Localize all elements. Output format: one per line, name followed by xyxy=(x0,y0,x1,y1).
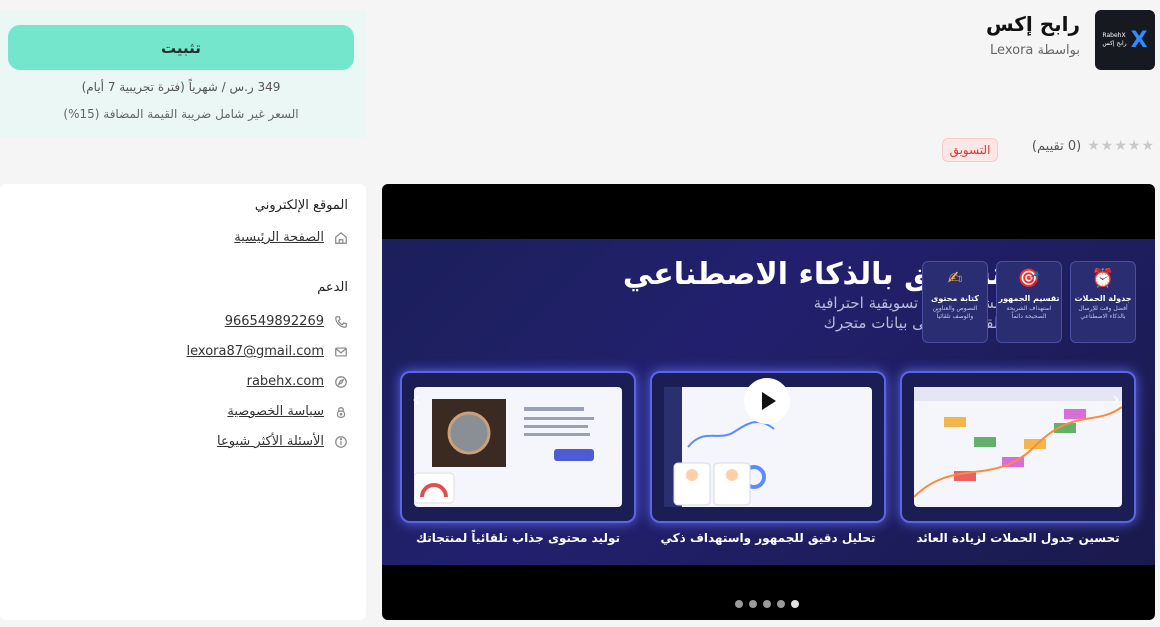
website-section-title: الموقع الإلكتروني xyxy=(254,198,348,213)
app-developer: بواسطة Lexora xyxy=(990,43,1080,58)
feature-name: تقسيم الجمهور xyxy=(998,294,1060,303)
chevron-left-icon[interactable]: ‹ xyxy=(412,387,420,411)
slide-dot-active[interactable] xyxy=(791,600,799,608)
phone-icon xyxy=(334,315,348,329)
writing-hand-icon: ✍ xyxy=(947,268,963,289)
feature-name: جدولة الحملات xyxy=(1074,294,1132,303)
caption-audience: تحليل دقيق للجمهور واستهداف ذكي xyxy=(660,531,876,545)
info-icon xyxy=(334,435,348,449)
calendar-preview xyxy=(913,387,1123,507)
calendar-graphic xyxy=(913,387,1123,498)
slide-dot[interactable] xyxy=(777,600,785,608)
links-card: الموقع الإلكتروني الصفحة الرئيسية الدعم … xyxy=(0,184,366,620)
feature-tile-segmentation: 🎯 تقسيم الجمهور استهداف الشريحة الصحيحة … xyxy=(996,261,1062,343)
rating-count: (0 تقييم) xyxy=(1031,138,1082,154)
logo-text: RabehX رابح إكس xyxy=(1102,32,1126,48)
slide-indicator xyxy=(735,600,799,608)
star-icon: ★ xyxy=(1100,138,1114,154)
feature-desc: النصوص والعناوين والوصف تلقائياً xyxy=(932,305,978,320)
feature-desc: أفضل وقت للإرسال بالذكاء الاصطناعي xyxy=(1078,305,1128,320)
home-link-label[interactable]: الصفحة الرئيسية xyxy=(234,230,324,245)
home-link[interactable]: الصفحة الرئيسية xyxy=(234,230,348,245)
feature-desc: استهداف الشريحة الصحيحة دائماً xyxy=(1006,305,1052,320)
price-text: 349 ر.س / شهرياً (فترة تجريبية 7 أيام) xyxy=(81,80,281,94)
caption-content: توليد محتوى جذاب تلقائياً لمنتجاتك xyxy=(416,531,620,545)
star-icon: ★ xyxy=(1114,138,1127,154)
install-panel: تثبيت 349 ر.س / شهرياً (فترة تجريبية 7 أ… xyxy=(0,10,366,138)
slide-dot[interactable] xyxy=(735,600,743,608)
product-graphic xyxy=(413,399,594,504)
rating-row: ★ ★ ★ ★ ★ (0 تقييم) xyxy=(1032,138,1154,154)
category-badge[interactable]: التسويق xyxy=(942,138,998,162)
product-preview xyxy=(413,387,622,507)
target-icon: 🎯 xyxy=(1017,268,1041,289)
star-icon: ★ xyxy=(1141,138,1154,154)
website-link[interactable]: rabehx.com xyxy=(247,374,348,389)
install-button[interactable]: تثبيت xyxy=(8,25,354,70)
lock-icon xyxy=(334,405,348,419)
media-viewer[interactable]: تسويق بالذكاء الاصطناعي أنشئ حملات تسويق… xyxy=(382,184,1155,620)
feature-tile-writing: ✍ كتابة محتوى النصوص والعناوين والوصف تل… xyxy=(922,261,988,343)
home-icon xyxy=(334,231,348,245)
feature-tile-scheduling: ⏰ جدولة الحملات أفضل وقت للإرسال بالذكاء… xyxy=(1070,261,1136,343)
phone-link-label[interactable]: 966549892269 xyxy=(225,314,324,329)
logo-brand-ar: رابح إكس xyxy=(1102,40,1127,47)
faq-link-label[interactable]: الأسئلة الأكثر شيوعا xyxy=(217,434,324,449)
rating-stars: ★ ★ ★ ★ ★ xyxy=(1087,138,1154,154)
app-title: رابح إكس xyxy=(985,12,1080,36)
privacy-link[interactable]: سياسة الخصوصية xyxy=(227,404,348,419)
chevron-right-icon[interactable]: › xyxy=(1112,387,1120,411)
email-link[interactable]: lexora87@gmail.com xyxy=(187,344,348,359)
faq-link[interactable]: الأسئلة الأكثر شيوعا xyxy=(217,434,348,449)
support-section-title: الدعم xyxy=(317,280,348,295)
vat-note: السعر غير شامل ضريبة القيمة المضافة (15%… xyxy=(63,107,299,121)
screen-calendar xyxy=(900,371,1136,523)
alarm-clock-icon: ⏰ xyxy=(1091,268,1115,289)
logo-x-icon: X xyxy=(1130,27,1148,53)
mail-icon xyxy=(334,345,348,359)
play-button[interactable] xyxy=(744,378,790,424)
logo-brand: RabehX xyxy=(1102,32,1126,39)
star-icon: ★ xyxy=(1087,138,1100,154)
feature-name: كتابة محتوى xyxy=(931,294,979,303)
privacy-link-label[interactable]: سياسة الخصوصية xyxy=(227,404,324,419)
slide-dot[interactable] xyxy=(763,600,771,608)
screen-product xyxy=(400,371,636,523)
email-link-label[interactable]: lexora87@gmail.com xyxy=(187,344,324,359)
website-link-label[interactable]: rabehx.com xyxy=(247,374,324,389)
app-logo: RabehX رابح إكس X xyxy=(1095,10,1155,70)
star-icon: ★ xyxy=(1127,138,1141,154)
caption-scheduling: تحسين جدول الحملات لزيادة العائد xyxy=(916,531,1120,545)
compass-icon xyxy=(334,375,348,389)
phone-link[interactable]: 966549892269 xyxy=(225,314,348,329)
slide-dot[interactable] xyxy=(749,600,757,608)
